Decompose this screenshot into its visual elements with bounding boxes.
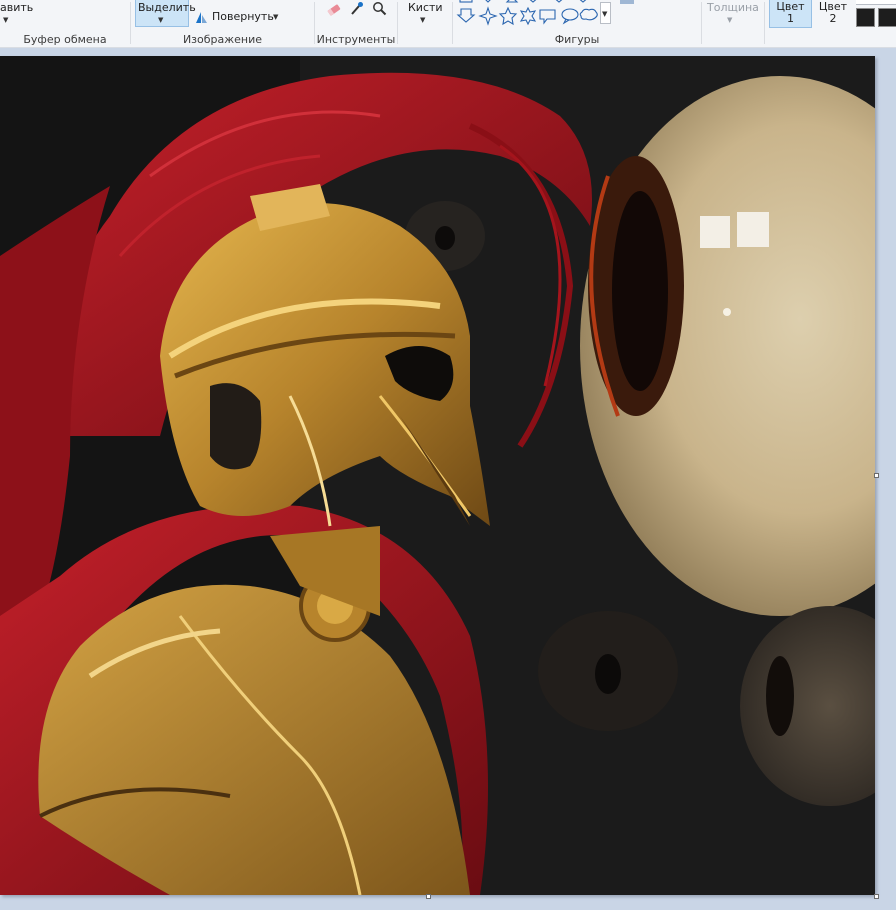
palette-row-top	[856, 0, 896, 5]
tools-group-label: Инструменты	[316, 33, 396, 46]
color2-button[interactable]: Цвет 2	[815, 0, 851, 28]
group-separator	[397, 2, 398, 44]
color2-label-line2: 2	[829, 12, 837, 25]
image-group-label: Изображение	[182, 33, 263, 46]
clipboard-group-label: Буфер обмена	[23, 33, 107, 46]
color1-label-line2: 1	[787, 12, 794, 25]
shapes-group-label: Фигуры	[554, 33, 600, 46]
brushes-button[interactable]: Кисти	[408, 1, 443, 14]
palette-swatch-dark[interactable]	[878, 8, 896, 27]
canvas-resize-handle-corner[interactable]	[874, 894, 879, 899]
size-dropdown-icon[interactable]: ▼	[727, 16, 732, 24]
spartan-painting	[0, 56, 875, 895]
palette-swatch-black[interactable]	[856, 8, 875, 27]
image-group: Изображение	[131, 0, 314, 47]
paste-dropdown-icon[interactable]: ▼	[3, 16, 8, 24]
canvas-resize-handle-right[interactable]	[874, 473, 879, 478]
size-button[interactable]: Толщина	[707, 1, 759, 14]
color1-button[interactable]: Цвет 1	[769, 0, 812, 28]
group-separator	[701, 2, 702, 44]
canvas-resize-handle-bottom[interactable]	[426, 894, 431, 899]
tools-group: Инструменты	[315, 0, 397, 47]
brushes-dropdown-icon[interactable]: ▼	[420, 16, 425, 24]
drawing-canvas[interactable]	[0, 56, 875, 895]
group-separator	[764, 2, 765, 44]
ribbon: авить ▼ Буфер обмена Выделить ▼ Повернут…	[0, 0, 896, 48]
clipboard-group: авить ▼ Буфер обмена	[0, 0, 130, 47]
paste-button[interactable]: авить	[0, 1, 33, 14]
shapes-group: Фигуры	[453, 0, 701, 47]
